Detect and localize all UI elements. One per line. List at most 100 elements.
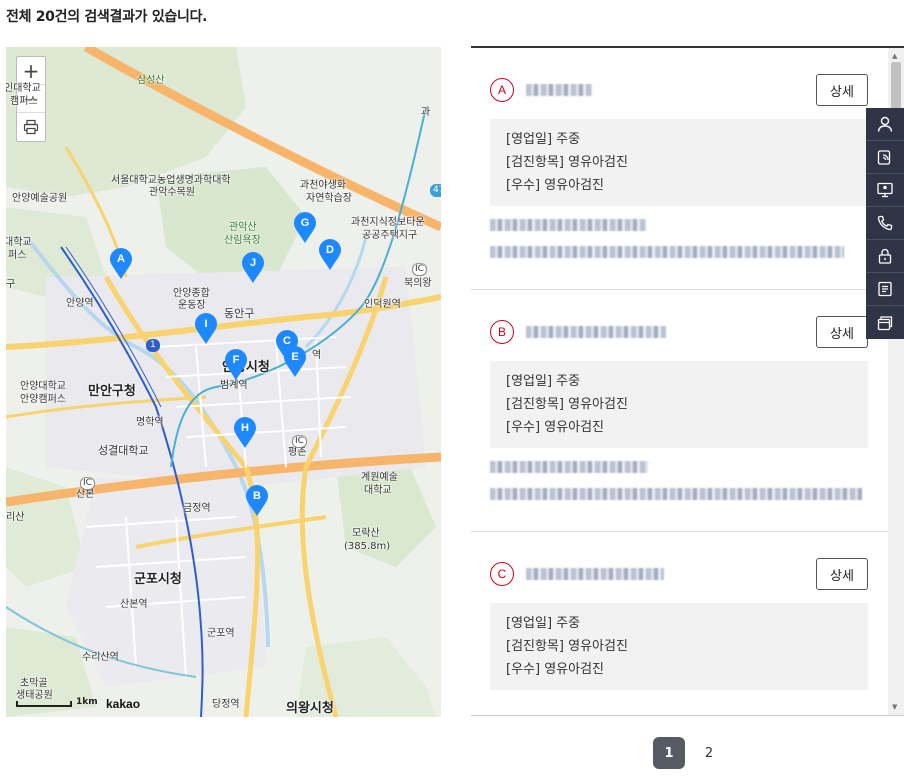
result-phone-redacted: [490, 219, 646, 231]
map-marker-g[interactable]: G: [293, 212, 317, 244]
map-marker-e[interactable]: E: [283, 346, 307, 378]
quick-side-menu: [866, 108, 904, 339]
quick-menu-lock[interactable]: [866, 240, 904, 273]
map-marker-h[interactable]: H: [233, 417, 257, 449]
info-business-days: [영업일] 주중: [506, 616, 581, 631]
marker-letter: J: [249, 257, 257, 269]
detail-button[interactable]: 상세: [816, 558, 868, 590]
map-label: 삼성산: [137, 75, 165, 86]
info-business-days: [영업일] 주중: [506, 132, 581, 147]
marker-letter: G: [300, 217, 310, 229]
quick-menu-document[interactable]: [866, 273, 904, 306]
phone-icon: [877, 215, 893, 231]
map-label: 모락산: [352, 528, 380, 539]
quick-menu-cards[interactable]: [866, 306, 904, 339]
info-excellent: [우수] 영유아검진: [506, 178, 604, 193]
marker-letter: A: [117, 253, 125, 265]
map-label: 의왕시청: [286, 701, 334, 716]
ic-badge: IC: [412, 263, 427, 276]
map-label: 초막골: [20, 678, 48, 689]
marker-letter: I: [204, 318, 208, 330]
map-label: 군포역: [207, 628, 235, 639]
map-label: 계원예술: [361, 472, 398, 483]
map-label: 당정역: [212, 699, 240, 710]
map-label: 북의왕: [404, 278, 432, 289]
result-letter-badge: C: [490, 562, 514, 586]
map-label: 인덕원역: [364, 299, 401, 310]
pagination: 1 2: [653, 737, 725, 769]
map-label: 만안구청: [88, 384, 136, 399]
marker-letter: B: [253, 490, 261, 502]
map-label: 수리산역: [82, 652, 119, 663]
scale-label: 1km: [76, 697, 98, 707]
road-shield: 47: [430, 184, 441, 197]
map-marker-b[interactable]: B: [245, 485, 269, 517]
map-label: 과천야생화: [300, 180, 346, 191]
page-button-current[interactable]: 1: [653, 737, 685, 769]
document-list-icon: [878, 281, 892, 297]
info-checkup-items: [검진항목] 영유아검진: [506, 639, 628, 654]
info-excellent: [우수] 영유아검진: [506, 420, 604, 435]
result-name-redacted: [526, 326, 666, 338]
quick-menu-person[interactable]: [866, 108, 904, 141]
result-address-redacted: [490, 488, 862, 500]
result-info-box: [영업일] 주중 [검진항목] 영유아검진 [우수] 영유아검진: [490, 603, 868, 690]
map-provider-logo: kakao: [106, 697, 141, 711]
map-label: 서울대학교농업생명과학대학: [111, 175, 231, 186]
result-item: A 상세 [영업일] 주중 [검진항목] 영유아검진 [우수] 영유아검진: [471, 48, 904, 290]
cards-icon: [877, 315, 893, 330]
map-marker-j[interactable]: J: [241, 252, 265, 284]
print-button[interactable]: [17, 113, 45, 141]
marker-letter: H: [241, 422, 249, 434]
map-label: 산본역: [120, 599, 148, 610]
quick-menu-monitor[interactable]: [866, 174, 904, 207]
map-label: 관악수목원: [149, 187, 195, 198]
map-label: (385.8m): [344, 541, 391, 552]
ic-badge: IC: [292, 435, 307, 448]
zoom-in-button[interactable]: +: [17, 57, 45, 85]
map-label: 인대학교: [6, 83, 41, 94]
map-label: 안양역: [66, 298, 94, 309]
map-view[interactable]: + − 삼성산 인대학교 캠퍼스 서울대학교농업생명과학대학 관악수목원 안양예…: [6, 47, 441, 717]
map-label: 관악산: [229, 222, 257, 233]
map-label: 안양예술공원: [12, 193, 68, 204]
marker-letter: E: [291, 351, 299, 363]
info-checkup-items: [검진항목] 영유아검진: [506, 155, 628, 170]
result-item: C 상세 [영업일] 주중 [검진항목] 영유아검진 [우수] 영유아검진: [471, 532, 904, 715]
info-business-days: [영업일] 주중: [506, 374, 581, 389]
map-label: 성결대학교: [98, 444, 149, 457]
scroll-up-arrow-icon[interactable]: ▲: [892, 52, 897, 60]
map-marker-i[interactable]: I: [194, 313, 218, 345]
result-info-box: [영업일] 주중 [검진항목] 영유아검진 [우수] 영유아검진: [490, 119, 868, 206]
map-label: 산본: [76, 489, 95, 500]
result-list[interactable]: A 상세 [영업일] 주중 [검진항목] 영유아검진 [우수] 영유아검진 B …: [471, 46, 904, 716]
map-marker-f[interactable]: F: [224, 349, 248, 381]
result-phone-redacted: [490, 461, 648, 473]
detail-button[interactable]: 상세: [816, 316, 868, 348]
result-name-redacted: [526, 568, 664, 580]
map-label: 운동장: [178, 300, 206, 311]
map-label: 자연학습장: [306, 193, 352, 204]
map-label: 산림욕장: [224, 235, 261, 246]
map-label: 리산: [6, 512, 25, 523]
marker-letter: D: [326, 244, 334, 256]
ic-badge: IC: [80, 477, 95, 490]
page-button[interactable]: 2: [693, 737, 725, 769]
map-label: 명학역: [136, 417, 164, 428]
detail-button[interactable]: 상세: [816, 74, 868, 106]
map-label: 안양종합: [173, 288, 210, 299]
result-count: 전체 20건의 검색결과가 있습니다.: [6, 9, 208, 25]
quick-menu-phone[interactable]: [866, 207, 904, 240]
map-label: 범계역: [220, 380, 248, 391]
result-name-redacted: [526, 84, 592, 96]
map-marker-a[interactable]: A: [109, 248, 133, 280]
map-label: 퍼스: [8, 250, 27, 261]
map-label: 역: [312, 350, 322, 361]
map-scale: 1km: [16, 697, 98, 707]
marker-letter: F: [232, 354, 240, 366]
quick-menu-rss-document[interactable]: [866, 141, 904, 174]
map-label: 대학교: [6, 237, 32, 248]
scroll-down-arrow-icon[interactable]: ▼: [892, 703, 897, 711]
map-marker-d[interactable]: D: [318, 239, 342, 271]
map-label: 평촌: [288, 447, 307, 458]
